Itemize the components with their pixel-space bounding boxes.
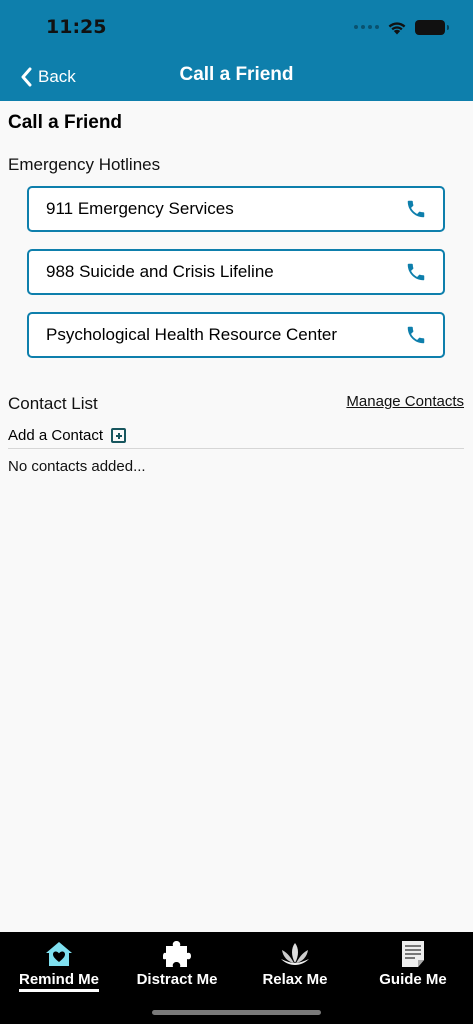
hotline-label: 911 Emergency Services (46, 199, 234, 218)
emergency-hotlines-heading: Emergency Hotlines (8, 155, 161, 174)
tab-guide-me[interactable]: Guide Me (354, 940, 472, 1000)
hotline-988-button[interactable]: 988 Suicide and Crisis Lifeline (27, 249, 445, 295)
battery-icon (415, 19, 449, 35)
hotline-label: 988 Suicide and Crisis Lifeline (46, 262, 274, 281)
tab-relax-me[interactable]: Relax Me (236, 940, 354, 1000)
document-icon (398, 940, 428, 968)
tab-bar: Remind Me Distract Me Relax Me Guide Me (0, 932, 473, 1024)
puzzle-icon (162, 940, 192, 968)
tab-label: Relax Me (262, 971, 328, 988)
tab-label: Distract Me (136, 971, 218, 988)
tab-distract-me[interactable]: Distract Me (118, 940, 236, 1000)
tab-label: Remind Me (18, 971, 99, 992)
status-icons (354, 16, 449, 38)
hotline-911-button[interactable]: 911 Emergency Services (27, 186, 445, 232)
wifi-icon (388, 21, 406, 34)
divider (8, 448, 464, 449)
add-contact-label: Add a Contact (8, 427, 104, 444)
tab-remind-me[interactable]: Remind Me (0, 940, 118, 1000)
home-heart-icon (44, 940, 74, 968)
hotline-psych-health-button[interactable]: Psychological Health Resource Center (27, 312, 445, 358)
phone-icon (405, 198, 427, 220)
page-title: Call a Friend (8, 112, 123, 133)
home-indicator (152, 1010, 321, 1015)
lotus-icon (280, 940, 310, 968)
tab-label: Guide Me (379, 971, 447, 988)
phone-icon (405, 324, 427, 346)
nav-title: Call a Friend (179, 64, 294, 85)
empty-contacts-message: No contacts added... (8, 458, 146, 475)
hotline-label: Psychological Health Resource Center (46, 325, 338, 344)
nav-header: 11:25 Back Call a Friend (0, 0, 473, 101)
status-time: 11:25 (46, 16, 107, 38)
add-contact-button[interactable]: Add a Contact (8, 427, 127, 444)
contact-list-heading: Contact List (8, 394, 98, 413)
phone-icon (405, 261, 427, 283)
manage-contacts-link[interactable]: Manage Contacts (346, 393, 464, 410)
plus-square-icon (111, 428, 127, 443)
cellular-signal-icon (354, 25, 379, 29)
